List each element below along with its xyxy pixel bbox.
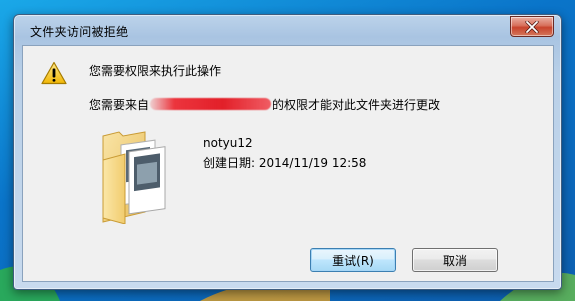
message-title: 您需要权限来执行此操作: [89, 64, 222, 78]
message-suffix: 的权限才能对此文件夹进行更改: [272, 98, 441, 112]
dialog-body: 您需要权限来执行此操作 您需要来自 的权限才能对此文件夹进行更改 notyu12…: [22, 45, 554, 282]
redacted-account-name: [150, 98, 272, 110]
file-name: notyu12: [203, 136, 253, 150]
close-button[interactable]: [510, 16, 554, 37]
folder-icon: [102, 131, 166, 224]
permission-message: 您需要来自 的权限才能对此文件夹进行更改: [89, 96, 440, 113]
warning-icon: [41, 61, 67, 85]
cancel-button[interactable]: 取消: [412, 248, 498, 272]
file-created-date: 创建日期: 2014/11/19 12:58: [203, 156, 367, 170]
dialog-title: 文件夹访问被拒绝: [30, 25, 129, 39]
message-prefix: 您需要来自: [89, 98, 150, 112]
access-denied-dialog: 文件夹访问被拒绝 您需要权限来执行此操作 您需要来自 的权限才能对此文件夹进行更改: [13, 14, 562, 290]
retry-button[interactable]: 重试(R): [310, 248, 396, 272]
close-icon: [525, 20, 539, 33]
